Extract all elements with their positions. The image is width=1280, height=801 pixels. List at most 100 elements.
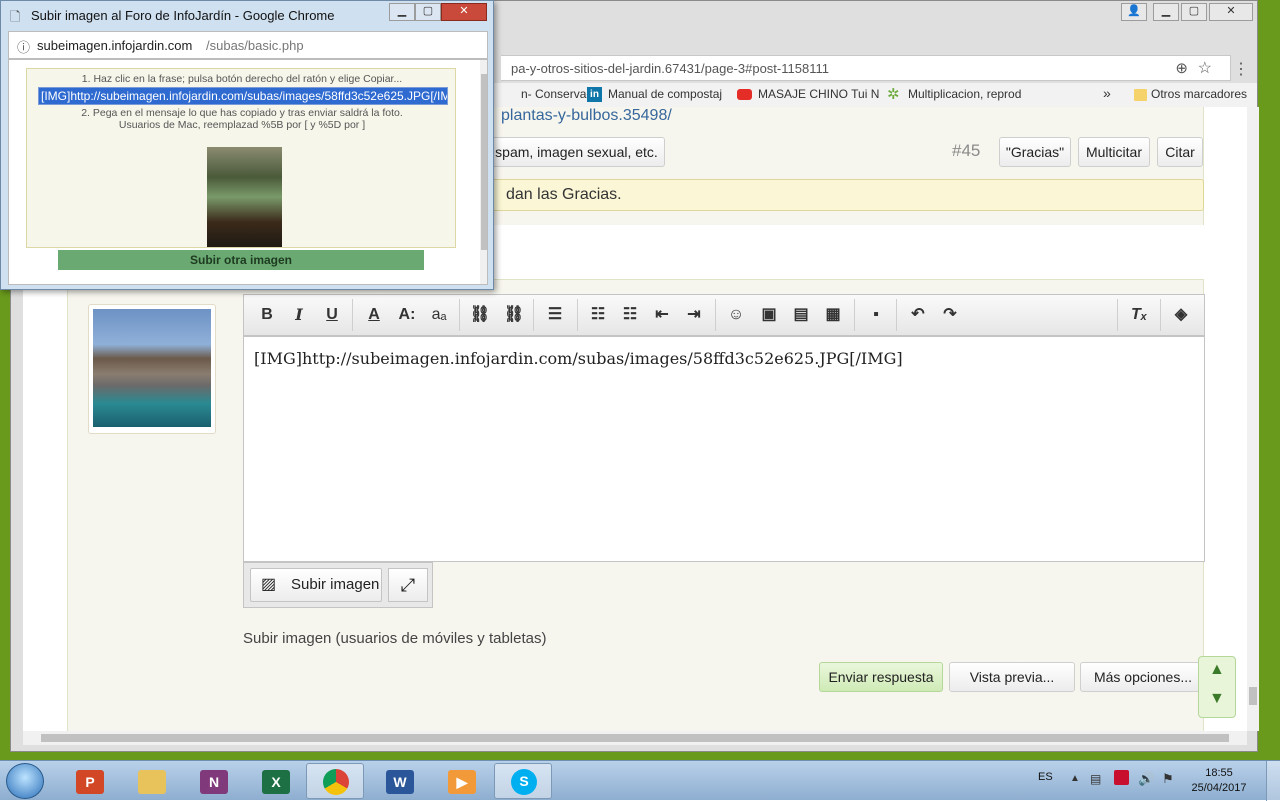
maximize-button[interactable]: ▢ xyxy=(1181,3,1207,21)
tray-volume-icon[interactable]: 🔊 xyxy=(1138,771,1154,787)
unlink-icon[interactable]: ⛓ xyxy=(503,305,525,325)
scroll-thumb[interactable] xyxy=(41,734,1229,742)
excel-icon: X xyxy=(262,770,290,794)
scroll-nav: ▲ ▼ xyxy=(1198,656,1236,718)
bookmark-item[interactable]: MASAJE CHINO Tui N xyxy=(758,87,879,101)
popup-minimize-button[interactable]: ▁ xyxy=(389,3,415,21)
upload-image-label: Subir imagen xyxy=(291,576,380,593)
mobile-upload-link[interactable]: Subir imagen (usuarios de móviles y tabl… xyxy=(243,630,546,647)
link-icon[interactable]: ⛓ xyxy=(469,305,491,325)
vertical-scrollbar[interactable] xyxy=(1247,107,1259,731)
toolbar-separator xyxy=(854,299,855,331)
folder-icon xyxy=(1134,89,1147,101)
star-icon[interactable]: ☆ xyxy=(1198,58,1212,78)
taskbar-explorer[interactable] xyxy=(122,763,180,799)
start-button[interactable] xyxy=(6,763,44,799)
tray-device-icon[interactable]: ▤ xyxy=(1090,772,1101,786)
tray-flag-icon[interactable]: ⚑ xyxy=(1162,771,1174,787)
post-number[interactable]: #45 xyxy=(952,141,980,161)
toolbar-separator xyxy=(533,299,534,331)
insert-icon[interactable]: ▦ xyxy=(822,305,844,325)
image-icon[interactable]: ▣ xyxy=(758,305,780,325)
editor-toolbar: B I U A A: aₐ ⛓ ⛓ ☰ ☷ ☷ ⇤ ⇥ ☺ ▣ ▤ ▦ ▪ ↶ … xyxy=(243,294,1205,336)
taskbar-chrome[interactable] xyxy=(306,763,364,799)
instruction-step-1: 1. Haz clic en la frase; pulsa botón der… xyxy=(81,73,403,85)
instruction-step-2: 2. Pega en el mensaje lo que has copiado… xyxy=(81,107,403,119)
bold-icon[interactable]: B xyxy=(256,305,278,325)
close-button[interactable]: ✕ xyxy=(1209,3,1253,21)
popup-maximize-button[interactable]: ▢ xyxy=(415,3,441,21)
indent-icon[interactable]: ⇥ xyxy=(683,305,705,325)
upload-another-button[interactable]: Subir otra imagen xyxy=(58,250,424,270)
bullet-list-icon[interactable]: ☷ xyxy=(587,305,609,325)
preview-button[interactable]: Vista previa... xyxy=(949,662,1075,692)
horizontal-scrollbar[interactable] xyxy=(23,731,1247,745)
align-icon[interactable]: ☰ xyxy=(544,305,566,325)
toolbar-separator xyxy=(896,299,897,331)
language-indicator[interactable]: ES xyxy=(1038,771,1053,783)
profile-icon[interactable]: 👤 xyxy=(1121,3,1147,21)
taskbar-word[interactable]: W xyxy=(370,763,428,799)
popup-close-button[interactable]: ✕ xyxy=(441,3,487,21)
expand-icon[interactable]: ⤢ xyxy=(388,568,428,602)
popup-scroll-thumb[interactable] xyxy=(481,74,487,250)
upload-image-button[interactable]: ▨ Subir imagen xyxy=(250,568,382,602)
clock[interactable]: 18:55 25/04/2017 xyxy=(1184,766,1254,796)
font-size-icon[interactable]: A: xyxy=(396,305,418,325)
underline-icon[interactable]: U xyxy=(321,305,343,325)
taskbar-skype[interactable]: S xyxy=(494,763,552,799)
media-icon[interactable]: ▤ xyxy=(790,305,812,325)
show-desktop-button[interactable] xyxy=(1266,761,1280,801)
send-reply-button[interactable]: Enviar respuesta xyxy=(819,662,943,692)
scroll-up-icon[interactable]: ▲ xyxy=(1209,661,1225,679)
bookmark-item[interactable]: Multiplicacion, reprod xyxy=(908,87,1021,101)
upload-bar: ▨ Subir imagen ⤢ xyxy=(243,562,433,608)
outdent-icon[interactable]: ⇤ xyxy=(651,305,673,325)
toggle-source-icon[interactable]: ◈ xyxy=(1170,305,1192,325)
taskbar-powerpoint[interactable]: P xyxy=(60,763,118,799)
taskbar-onenote[interactable]: N xyxy=(184,763,242,799)
quote-button[interactable]: Citar xyxy=(1157,137,1203,167)
word-icon: W xyxy=(386,770,414,794)
other-bookmarks[interactable]: Otros marcadores xyxy=(1151,87,1247,101)
italic-icon[interactable]: I xyxy=(288,305,310,325)
popup-address-bar[interactable]: ⓘ subeimagen.infojardin.com /subas/basic… xyxy=(8,31,488,59)
taskbar-media-player[interactable]: ▶ xyxy=(432,763,490,799)
popup-title: Subir imagen al Foro de InfoJardín - Goo… xyxy=(31,8,335,23)
bookmark-item[interactable]: n- Conservac xyxy=(521,87,592,101)
toolbar-separator xyxy=(1160,299,1161,331)
multiquote-button[interactable]: Multicitar xyxy=(1078,137,1150,167)
font-color-icon[interactable]: A xyxy=(363,305,385,325)
report-button[interactable]: spam, imagen sexual, etc. xyxy=(489,137,665,167)
bookmark-item[interactable]: Manual de compostaj xyxy=(608,87,722,101)
thanks-box: dan las Gracias. xyxy=(483,179,1204,211)
toolbar-separator xyxy=(1117,299,1118,331)
toolbar-separator xyxy=(352,299,353,331)
taskbar-excel[interactable]: X xyxy=(246,763,304,799)
redo-icon[interactable]: ↷ xyxy=(939,305,961,325)
editor-content: [IMG]http://subeimagen.infojardin.com/su… xyxy=(254,349,903,368)
address-bar[interactable]: pa-y-otros-sitios-del-jardin.67431/page-… xyxy=(501,55,1231,81)
save-draft-icon[interactable]: ▪ xyxy=(865,305,887,325)
scroll-down-icon[interactable]: ▼ xyxy=(1209,690,1225,708)
thanks-button[interactable]: "Gracias" xyxy=(999,137,1071,167)
tray-antivirus-icon[interactable] xyxy=(1114,770,1129,785)
tray-expand-icon[interactable]: ▲ xyxy=(1070,773,1080,784)
image-icon: ▨ xyxy=(261,576,277,593)
popup-scrollbar[interactable] xyxy=(480,60,487,284)
thread-link[interactable]: plantas-y-bulbos.35498/ xyxy=(501,107,672,125)
undo-icon[interactable]: ↶ xyxy=(907,305,929,325)
scroll-thumb[interactable] xyxy=(1249,687,1257,705)
numbered-list-icon[interactable]: ☷ xyxy=(619,305,641,325)
menu-icon[interactable]: ⋮ xyxy=(1233,59,1249,79)
font-family-icon[interactable]: aₐ xyxy=(428,305,450,325)
zoom-icon[interactable]: ⊕ xyxy=(1175,59,1188,77)
image-code-field[interactable]: [IMG]http://subeimagen.infojardin.com/su… xyxy=(38,87,448,105)
more-options-button[interactable]: Más opciones... xyxy=(1080,662,1206,692)
message-editor[interactable]: [IMG]http://subeimagen.infojardin.com/su… xyxy=(243,336,1205,562)
more-bookmarks-chevron[interactable]: » xyxy=(1103,85,1111,101)
smiley-icon[interactable]: ☺ xyxy=(725,305,747,325)
linkedin-icon: in xyxy=(587,87,602,102)
remove-format-icon[interactable]: Tₓ xyxy=(1128,305,1150,325)
minimize-button[interactable]: ▁ xyxy=(1153,3,1179,21)
